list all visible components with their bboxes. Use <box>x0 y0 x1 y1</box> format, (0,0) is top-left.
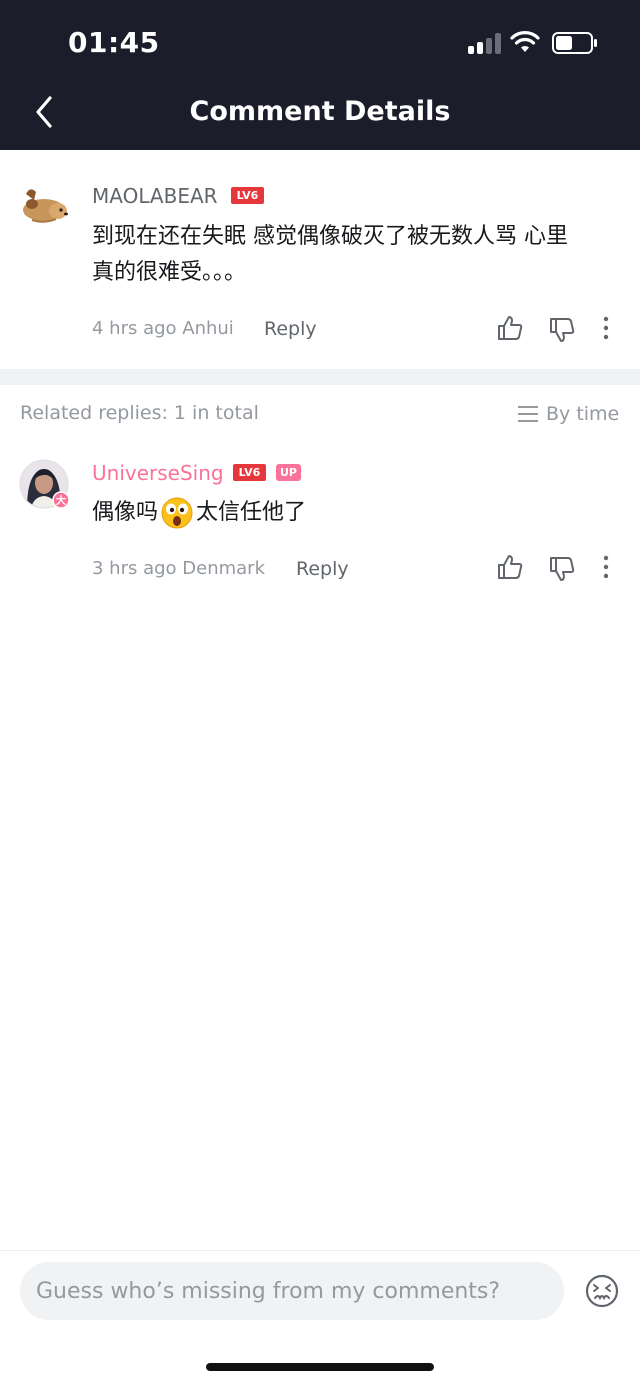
thumbs-up-icon[interactable] <box>496 553 524 581</box>
thumbs-down-icon[interactable] <box>548 316 576 344</box>
emoji-picker-icon[interactable] <box>584 1273 620 1309</box>
page-title: Comment Details <box>189 96 451 127</box>
more-options-icon[interactable] <box>594 553 618 581</box>
svg-text:大: 大 <box>56 494 66 507</box>
shocked-face-emoji-icon <box>161 497 193 529</box>
battery-icon <box>552 32 597 54</box>
level-badge: LV6 <box>231 187 264 204</box>
thumbs-up-icon[interactable] <box>496 314 524 342</box>
reply-text: 偶像吗 太信任他了 <box>92 495 632 531</box>
user-avatar-dog[interactable] <box>18 184 70 228</box>
sort-label: By time <box>546 403 620 425</box>
comment-text-line: 真的很难受。。。 <box>92 260 247 285</box>
comment-input-bar <box>0 1250 640 1385</box>
comment-text-line: 到现在还在失眠 感觉偶像破灭了被无数人骂 心里 <box>92 224 568 249</box>
reply-button[interactable]: Reply <box>264 318 317 340</box>
comment-input[interactable] <box>20 1262 564 1320</box>
user-avatar-girl[interactable]: 大 <box>19 459 70 509</box>
list-icon <box>518 406 538 422</box>
top-bar: 01:45 Comment Details <box>0 0 640 150</box>
status-time: 01:45 <box>68 26 160 59</box>
wifi-icon <box>510 31 540 52</box>
more-options-icon[interactable] <box>594 314 618 342</box>
reply-text-part: 太信任他了 <box>196 500 307 525</box>
home-indicator <box>206 1363 434 1371</box>
reply-button[interactable]: Reply <box>296 558 349 580</box>
comment-username[interactable]: MAOLABEAR <box>92 184 218 208</box>
reply-meta: 3 hrs ago Denmark <box>92 558 266 579</box>
up-badge: UP <box>276 464 301 481</box>
level-badge: LV6 <box>233 464 266 481</box>
sort-by-time-button[interactable]: By time <box>518 400 619 428</box>
cellular-signal-icon <box>468 32 502 54</box>
thumbs-down-icon[interactable] <box>548 555 576 583</box>
reply-text-part: 偶像吗 <box>92 500 159 525</box>
section-divider <box>0 369 640 385</box>
related-replies-count: Related replies: 1 in total <box>20 402 259 424</box>
comment-meta: 4 hrs ago Anhui <box>92 318 234 339</box>
reply-username[interactable]: UniverseSing <box>92 461 224 485</box>
comment-text: 到现在还在失眠 感觉偶像破灭了被无数人骂 心里 真的很难受。。。 <box>92 219 632 291</box>
